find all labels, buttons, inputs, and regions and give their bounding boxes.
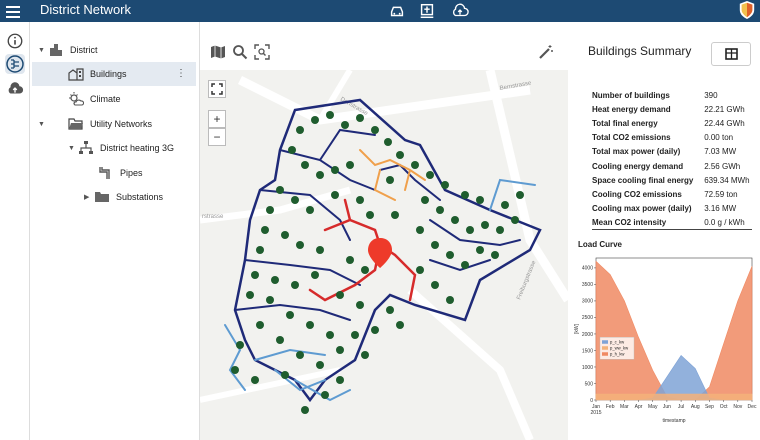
tree-item-label: District: [70, 45, 98, 55]
table-icon: [725, 48, 738, 60]
buildings-icon: [68, 68, 84, 81]
more-options-icon[interactable]: ⋮: [176, 68, 186, 79]
y-tick-label: 2000: [582, 332, 593, 338]
side-rail: [0, 22, 30, 440]
chevron-down-icon[interactable]: ▼: [38, 47, 48, 54]
legend-label: p_h_kw: [610, 351, 625, 356]
y-tick-label: 1500: [582, 348, 593, 354]
logo-icon: [739, 1, 755, 19]
load-curve-chart: 05001000150020002500300035004000Jan2015F…: [574, 257, 757, 424]
menu-icon[interactable]: [6, 3, 20, 19]
y-axis-label: [kW]: [574, 323, 580, 334]
y-tick-label: 4000: [582, 266, 593, 272]
tree-item-label: Utility Networks: [90, 119, 153, 129]
cloud-upload-icon[interactable]: [451, 2, 469, 20]
tree-item-label: Pipes: [120, 168, 143, 178]
fullscreen-icon: [211, 83, 223, 95]
table-row: Number of buildings 390: [592, 90, 718, 100]
tree-item-label: District heating 3G: [100, 143, 175, 153]
info-icon[interactable]: [6, 32, 24, 50]
table-row: Total max power (daily) 7.03 MW: [592, 147, 737, 157]
map-view[interactable]: Bernstrasse Freiburgstrasse Dorfstrasse …: [200, 70, 568, 440]
buildings-summary-panel: Buildings Summary Number of buildings 390…: [568, 22, 760, 440]
tree-item-climate[interactable]: Climate: [68, 87, 196, 111]
app-header: District Network: [0, 0, 760, 22]
y-tick-label: 1000: [582, 365, 593, 371]
search-icon[interactable]: [232, 44, 248, 60]
y-tick-label: 2500: [582, 315, 593, 321]
folder-open-icon: [68, 118, 83, 130]
chevron-down-icon[interactable]: ▼: [38, 121, 48, 128]
table-row: Total final energy 22.44 GWh: [592, 118, 745, 128]
map-icon[interactable]: [210, 44, 226, 60]
chevron-right-icon[interactable]: ▶: [84, 193, 94, 201]
x-tick-label: Jul: [678, 404, 684, 410]
tree-item-district[interactable]: ▼ District: [38, 38, 198, 62]
app-title: District Network: [40, 2, 132, 17]
car-icon[interactable]: [388, 2, 406, 20]
climate-icon: [69, 92, 84, 106]
table-row: Mean CO2 intensity 0.0 g / kWh: [592, 215, 752, 231]
fullscreen-button[interactable]: [208, 80, 226, 98]
x-tick-label: Mar: [620, 404, 629, 410]
table-row: Heat energy demand 22.21 GWh: [592, 104, 745, 114]
x-tick-label: Aug: [691, 404, 700, 410]
table-row: Cooling energy demand 2.56 GWh: [592, 161, 741, 171]
y-tick-label: 0: [590, 398, 593, 404]
x-tick-label: 2015: [590, 410, 601, 416]
cloud-upload-icon[interactable]: [6, 80, 24, 98]
x-tick-label: Feb: [606, 404, 615, 410]
y-tick-label: 3000: [582, 299, 593, 305]
table-row: Cooling max power (daily) 3.16 MW: [592, 204, 737, 214]
network-tree-icon: [79, 141, 93, 154]
x-tick-label: Apr: [635, 404, 643, 410]
x-tick-label: Jun: [663, 404, 671, 410]
x-tick-label: Nov: [733, 404, 742, 410]
tree-item-utility-networks[interactable]: ▼ Utility Networks: [38, 112, 198, 136]
network-icon[interactable]: [5, 54, 25, 74]
x-tick-label: Oct: [720, 404, 728, 410]
x-tick-label: May: [648, 404, 658, 410]
tree-item-pipes[interactable]: Pipes: [98, 161, 196, 185]
table-row: Cooling CO2 emissions 72.59 ton: [592, 189, 738, 199]
zoom-in-button[interactable]: +: [208, 110, 226, 128]
legend-label: p_c_kw: [610, 339, 625, 344]
tree-item-substations[interactable]: ▶ Substations: [84, 185, 196, 209]
summary-title: Buildings Summary: [588, 44, 692, 58]
y-tick-label: 500: [585, 381, 594, 387]
summary-table: Number of buildings 390 Heat energy deman…: [592, 88, 752, 231]
city-icon: [50, 44, 62, 56]
table-view-button[interactable]: [711, 42, 751, 66]
tree-item-label: Buildings: [90, 69, 127, 79]
series-area-p_ww_kw: [595, 393, 753, 401]
legend-swatch: [602, 346, 608, 350]
legend-swatch: [602, 352, 608, 356]
magic-wand-icon[interactable]: [538, 44, 554, 60]
table-row: Space cooling final energy 639.34 MWh: [592, 175, 750, 185]
tree-item-district-heating[interactable]: ▼ District heating 3G: [68, 136, 198, 160]
pipes-icon: [99, 167, 110, 179]
table-row: Total CO2 emissions 0.00 ton: [592, 133, 734, 143]
folder-icon: [95, 192, 109, 202]
street-label-rstrasse: rstrasse: [202, 214, 224, 220]
tree-item-label: Substations: [116, 192, 164, 202]
monument-icon[interactable]: [418, 2, 436, 20]
x-axis-label: timestamp: [662, 418, 685, 424]
load-curve-title: Load Curve: [578, 240, 623, 249]
layer-tree: ▼ District Buildings ⋮ Climate ▼ Utility…: [30, 22, 200, 440]
x-tick-label: Dec: [748, 404, 757, 410]
tree-item-buildings[interactable]: Buildings ⋮: [32, 62, 196, 86]
tree-item-label: Climate: [90, 94, 121, 104]
legend-swatch: [602, 340, 608, 344]
zoom-out-button[interactable]: −: [208, 128, 226, 146]
legend-label: p_ww_kw: [610, 345, 629, 350]
map-canvas[interactable]: Bernstrasse Freiburgstrasse Dorfstrasse …: [200, 70, 568, 440]
y-tick-label: 3500: [582, 282, 593, 288]
focus-search-icon[interactable]: [254, 44, 270, 60]
chevron-down-icon[interactable]: ▼: [68, 145, 78, 152]
x-tick-label: Sep: [705, 404, 714, 410]
map-toolbar: [200, 40, 568, 68]
